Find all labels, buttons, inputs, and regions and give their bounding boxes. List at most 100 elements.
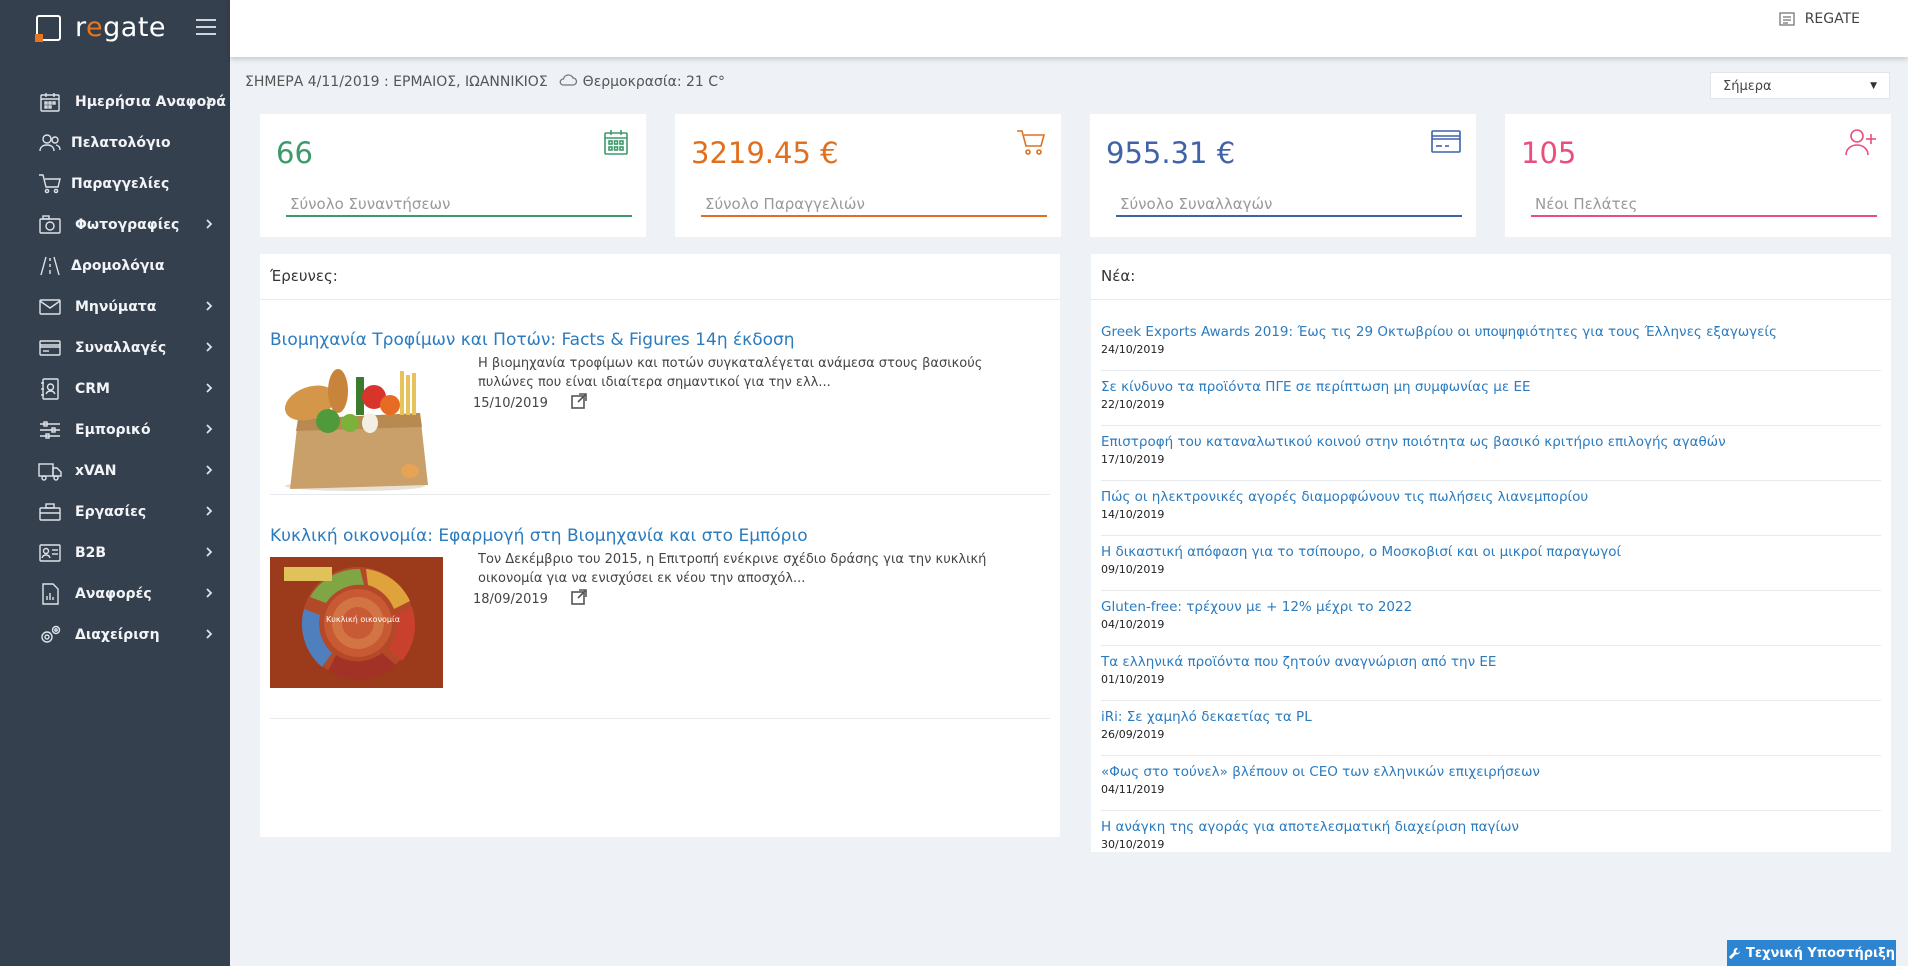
sidebar: regate Ημερήσια Αναφορά Πελατολόγιο Παρα… [0,0,230,966]
chevron-right-icon [202,627,216,641]
user-menu[interactable]: REGATE [1779,11,1860,27]
research-description: Η βιομηχανία τροφίμων και ποτών συγκαταλ… [478,356,983,390]
sidebar-item-crm[interactable]: CRM [0,368,230,409]
envelope-icon [37,295,63,319]
chevron-right-icon [202,340,216,354]
news-title-link[interactable]: Σε κίνδυνο τα προϊόντα ΠΓΕ σε περίπτωση … [1101,379,1881,395]
news-date: 14/10/2019 [1101,508,1165,521]
news-item: Gluten-free: τρέχουν με + 12% μέχρι το 2… [1101,591,1881,646]
stat-value: 66 [276,136,313,170]
news-list[interactable]: Greek Exports Awards 2019: Έως τις 29 Οκ… [1101,316,1881,852]
image-caption: Κυκλική οικονομία [326,615,401,624]
divider [270,718,1050,719]
news-title-link[interactable]: Πώς οι ηλεκτρονικές αγορές διαμορφώνουν … [1101,489,1881,505]
users-icon [37,131,63,155]
add-user-icon [1845,126,1877,162]
research-title-link[interactable]: Κυκλική οικονομία: Εφαρμογή στη Βιομηχαν… [270,526,1050,546]
news-title-link[interactable]: iRi: Σε χαμηλό δεκαετίας τα PL [1101,709,1881,725]
news-date: 04/10/2019 [1101,618,1165,631]
period-select[interactable]: Σήμερα ▼ [1710,72,1890,99]
sidebar-item-customers[interactable]: Πελατολόγιο [0,122,230,163]
sidebar-item-label: CRM [75,380,110,397]
circular-economy-image[interactable]: Κυκλική οικονομία [270,557,443,688]
sidebar-item-administration[interactable]: Διαχείριση [0,614,230,655]
news-item: iRi: Σε χαμηλό δεκαετίας τα PL 26/09/2019 [1101,701,1881,756]
stat-card-new-customers: 105 Νέοι Πελάτες [1505,114,1891,237]
hamburger-menu-icon[interactable] [196,19,216,35]
sidebar-item-label: Πελατολόγιο [71,134,171,151]
topbar: REGATE [230,0,1908,57]
news-title-link[interactable]: «Φως στο τούνελ» βλέπουν οι CEO των ελλη… [1101,764,1881,780]
sidebar-item-reports[interactable]: Αναφορές [0,573,230,614]
stat-card-transactions: 955.31 € Σύνολο Συναλλαγών [1090,114,1476,237]
news-item: Η δικαστική απόφαση για το τσίπουρο, ο Μ… [1101,536,1881,591]
gears-icon [37,623,63,647]
truck-icon [37,459,63,483]
sidebar-item-tasks[interactable]: Εργασίες [0,491,230,532]
weather-text: Θερμοκρασία: 21 C° [582,74,726,90]
news-item: Τα ελληνικά προϊόντα που ζητούν αναγνώρι… [1101,646,1881,701]
support-label: Τεχνική Υποστήριξη [1745,945,1896,961]
news-item: Σε κίνδυνο τα προϊόντα ΠΓΕ σε περίπτωση … [1101,371,1881,426]
sidebar-item-xvan[interactable]: xVAN [0,450,230,491]
news-item: Η ανάγκη της αγοράς για αποτελεσματική δ… [1101,811,1881,852]
news-title-link[interactable]: Gluten-free: τρέχουν με + 12% μέχρι το 2… [1101,599,1881,615]
sliders-icon [37,418,63,442]
technical-support-button[interactable]: Τεχνική Υποστήριξη [1727,940,1896,966]
cart-icon [37,172,63,196]
brand-logo[interactable]: regate [0,0,230,55]
stat-value: 955.31 € [1106,136,1236,170]
news-title-link[interactable]: Επιστροφή του καταναλωτικού κοινού στην … [1101,434,1881,450]
sidebar-item-daily-report[interactable]: Ημερήσια Αναφορά [0,81,230,122]
news-heading: Νέα: [1091,254,1891,300]
stat-label: Σύνολο Συναντήσεων [286,195,632,217]
road-icon [37,254,63,278]
date-text: ΣΗΜΕΡΑ 4/11/2019 : ΕΡΜΑΙΟΣ, ΙΩΑΝΝΙΚΙΟΣ [245,74,548,90]
sidebar-item-label: Εργασίες [75,503,147,520]
stat-value: 3219.45 € [691,136,839,170]
sidebar-item-transactions[interactable]: Συναλλαγές [0,327,230,368]
chevron-right-icon [202,504,216,518]
research-panel: Έρευνες: Βιομηχανία Τροφίμων και Ποτών: … [260,254,1060,837]
news-date: 04/11/2019 [1101,783,1165,796]
news-item: Πώς οι ηλεκτρονικές αγορές διαμορφώνουν … [1101,481,1881,536]
calendar-icon [600,126,632,162]
external-link-icon[interactable] [570,392,588,414]
sidebar-item-label: xVAN [75,462,117,479]
id-card-icon [37,541,63,565]
news-title-link[interactable]: Greek Exports Awards 2019: Έως τις 29 Οκ… [1101,324,1881,340]
period-select-value: Σήμερα [1723,79,1772,94]
sidebar-item-b2b[interactable]: B2B [0,532,230,573]
sidebar-item-orders[interactable]: Παραγγελίες [0,163,230,204]
sidebar-item-label: Δρομολόγια [71,257,165,274]
report-icon [37,582,63,606]
sidebar-menu: Ημερήσια Αναφορά Πελατολόγιο Παραγγελίες… [0,81,230,655]
news-date: 30/10/2019 [1101,838,1165,851]
grocery-bag-image[interactable] [270,361,443,492]
external-link-icon[interactable] [570,588,588,610]
contact-book-icon [37,377,63,401]
news-date: 17/10/2019 [1101,453,1165,466]
brand-name: regate [75,12,167,43]
cart-icon [1015,126,1047,162]
research-item: Βιομηχανία Τροφίμων και Ποτών: Facts & F… [270,330,1050,495]
sidebar-item-routes[interactable]: Δρομολόγια [0,245,230,286]
research-description: Τον Δεκέμβριο του 2015, η Επιτροπή ενέκρ… [478,552,987,586]
stat-value: 105 [1521,136,1577,170]
wrench-icon [1728,947,1741,959]
cloud-icon [558,73,578,91]
research-title-link[interactable]: Βιομηχανία Τροφίμων και Ποτών: Facts & F… [270,330,1050,350]
news-title-link[interactable]: Η ανάγκη της αγοράς για αποτελεσματική δ… [1101,819,1881,835]
toolbox-icon [37,500,63,524]
news-date: 26/09/2019 [1101,728,1165,741]
news-item: «Φως στο τούνελ» βλέπουν οι CEO των ελλη… [1101,756,1881,811]
news-title-link[interactable]: Η δικαστική απόφαση για το τσίπουρο, ο Μ… [1101,544,1881,560]
news-date: 24/10/2019 [1101,343,1165,356]
sidebar-item-label: Παραγγελίες [71,175,170,192]
sidebar-item-messages[interactable]: Μηνύματα [0,286,230,327]
stat-card-orders: 3219.45 € Σύνολο Παραγγελιών [675,114,1061,237]
sidebar-item-commercial[interactable]: Εμπορικό [0,409,230,450]
news-title-link[interactable]: Τα ελληνικά προϊόντα που ζητούν αναγνώρι… [1101,654,1881,670]
sidebar-item-photos[interactable]: Φωτογραφίες [0,204,230,245]
news-date: 22/10/2019 [1101,398,1165,411]
